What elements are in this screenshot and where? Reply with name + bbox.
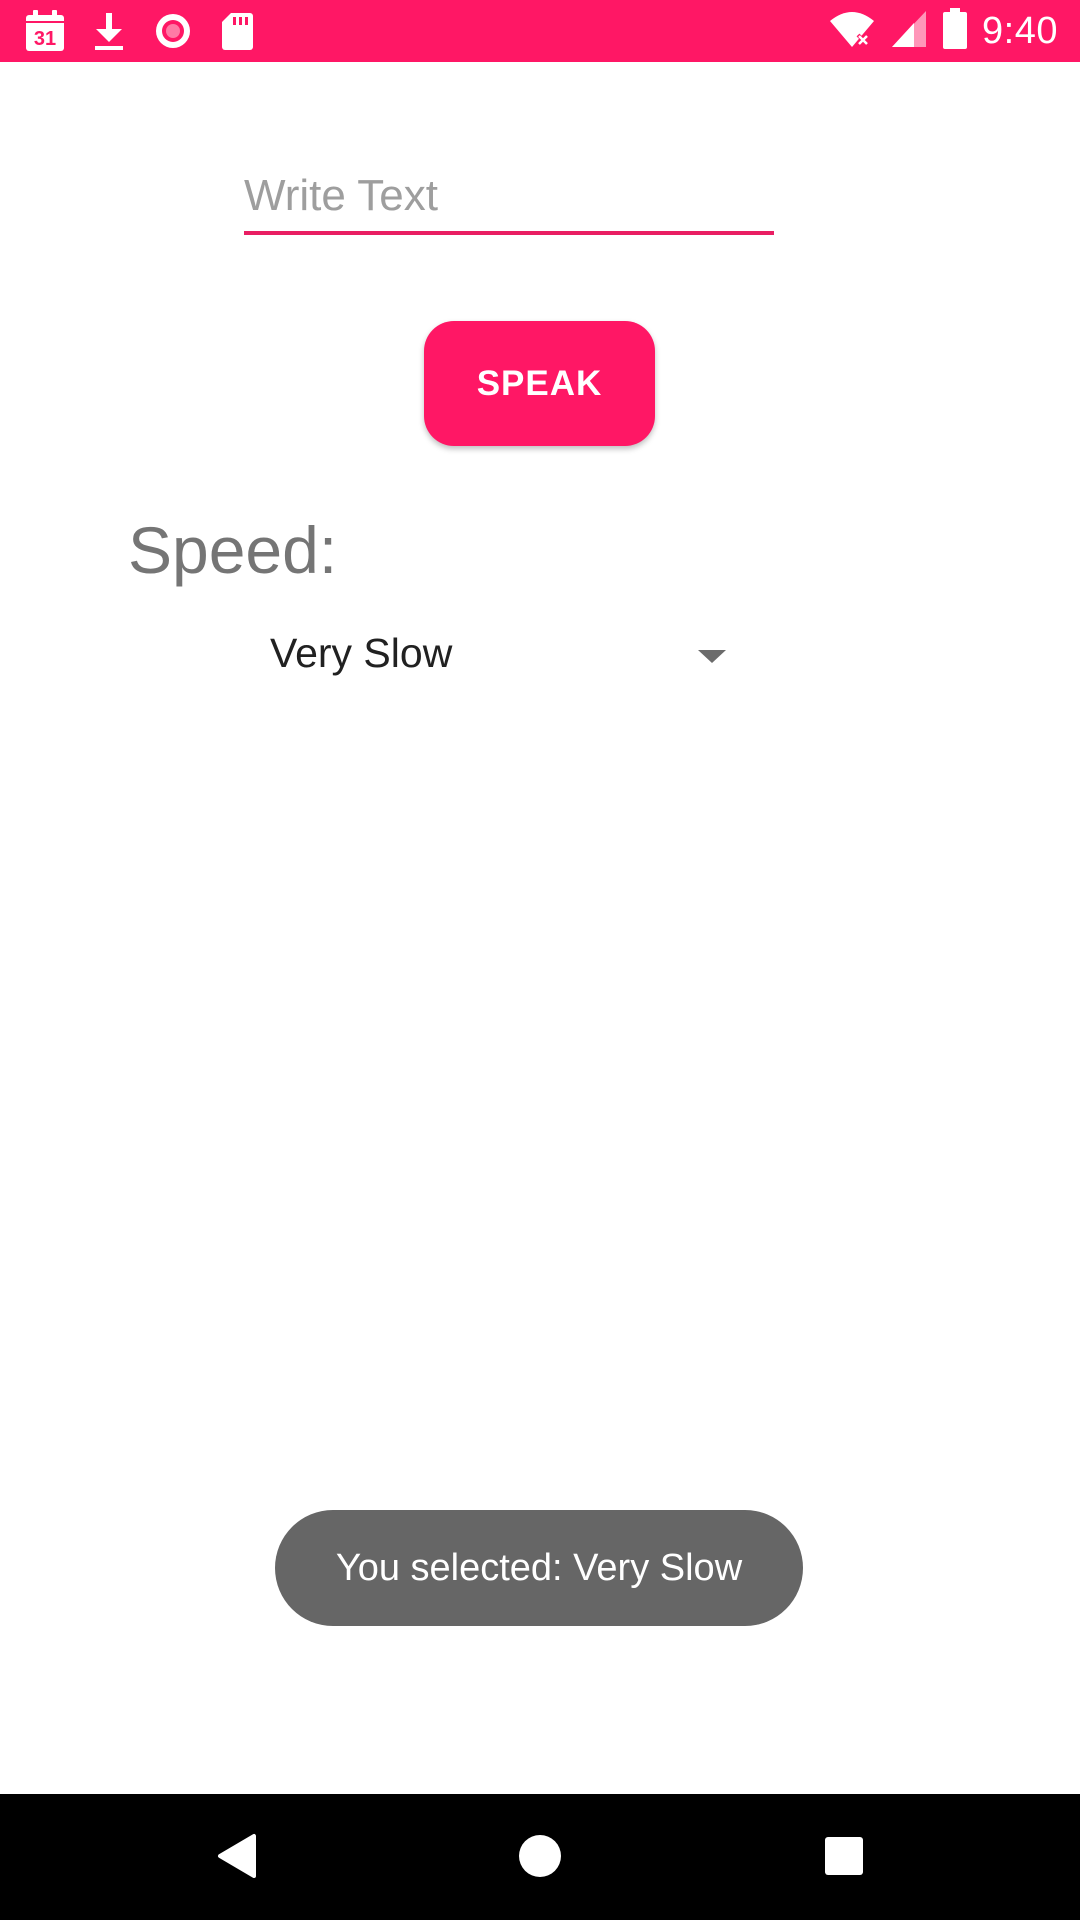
download-icon: [88, 10, 130, 52]
toast: You selected: Very Slow: [275, 1510, 803, 1626]
home-icon[interactable]: [508, 1824, 572, 1888]
status-bar: 31 9:40: [0, 0, 1080, 62]
record-icon: [152, 10, 194, 52]
signal-icon: [890, 9, 928, 54]
calendar-day: 31: [34, 28, 56, 50]
speak-button[interactable]: SPEAK: [424, 321, 655, 446]
calendar-icon: 31: [24, 10, 66, 52]
battery-icon: [942, 7, 968, 55]
input-underline: [244, 231, 774, 235]
back-icon[interactable]: [204, 1824, 268, 1888]
screen: 31 9:40 Write Text SPEAK Speed: Very Slo…: [0, 0, 1080, 1920]
clock: 9:40: [982, 9, 1058, 52]
write-text-input[interactable]: [244, 160, 774, 232]
speed-label: Speed:: [128, 513, 338, 587]
dropdown-arrow-icon: [698, 650, 726, 663]
sd-card-icon: [216, 10, 258, 52]
navigation-bar: [0, 1794, 1080, 1920]
text-input-container: [244, 160, 774, 238]
toast-message: You selected: Very Slow: [335, 1546, 743, 1589]
wifi-icon: [828, 9, 876, 54]
system-status: 9:40: [828, 7, 1058, 55]
speed-spinner[interactable]: Very Slow: [256, 620, 736, 692]
speed-selected-value: Very Slow: [270, 630, 453, 676]
notification-icons: 31: [24, 8, 258, 54]
recents-icon[interactable]: [812, 1824, 876, 1888]
